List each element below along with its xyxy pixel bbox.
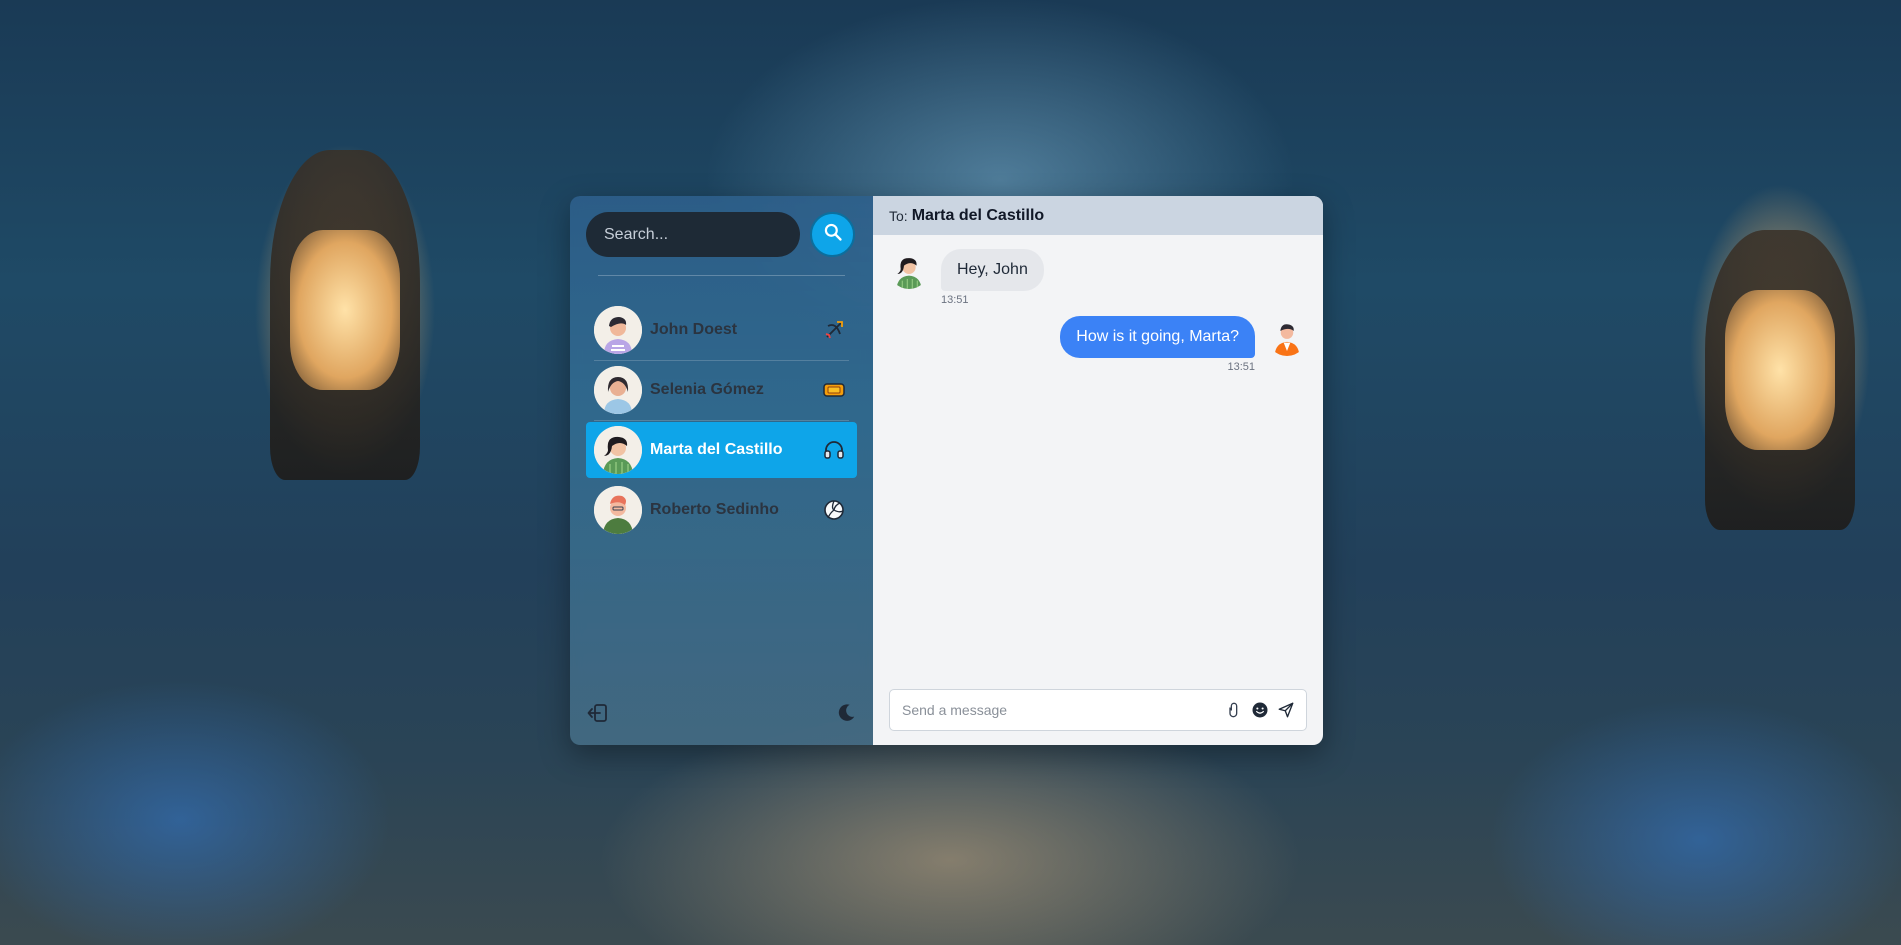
message-input[interactable] (900, 701, 1220, 719)
headphones-icon (821, 437, 847, 463)
volleyball-icon (821, 497, 847, 523)
contact-name: John Doest (650, 321, 738, 338)
search-input[interactable] (586, 212, 800, 257)
message-bubble: How is it going, Marta? (1060, 316, 1255, 358)
search-button[interactable] (810, 212, 855, 257)
contact-john-doest[interactable]: John Doest (586, 302, 857, 361)
message-list: Hey, John 13:51 How is it going, Marta? … (873, 235, 1323, 373)
message-time: 13:51 (1227, 361, 1255, 373)
message-bubble: Hey, John (941, 249, 1044, 291)
search-row (586, 212, 857, 257)
to-label: To: (889, 207, 908, 224)
message-incoming: Hey, John 13:51 (889, 249, 1307, 306)
avatar (889, 249, 929, 289)
sidebar-footer (586, 701, 857, 729)
contact-separator (594, 360, 849, 361)
message-outgoing: How is it going, Marta? 13:51 (889, 316, 1307, 373)
moon-icon[interactable] (835, 702, 857, 729)
avatar (594, 486, 642, 534)
contact-name: Roberto Sedinho (650, 501, 779, 518)
contact-selenia-gomez[interactable]: Selenia Gómez (586, 362, 857, 421)
contact-name: Selenia Gómez (650, 381, 764, 398)
sidebar-divider (598, 275, 845, 276)
search-icon (823, 222, 843, 247)
background-lamp-right-glow (1725, 290, 1835, 450)
avatar (594, 366, 642, 414)
avatar (594, 306, 642, 354)
contact-marta-del-castillo[interactable]: Marta del Castillo (586, 422, 857, 478)
bow-arrow-icon (821, 317, 847, 343)
sidebar: John Doest Selenia Gómez (570, 196, 873, 745)
avatar (594, 426, 642, 474)
message-time: 13:51 (941, 294, 969, 306)
ticket-icon (821, 377, 847, 403)
contact-name: Marta del Castillo (650, 441, 783, 458)
avatar (1267, 316, 1307, 356)
chat-header: To: Marta del Castillo (873, 196, 1323, 235)
paperclip-icon[interactable] (1222, 698, 1246, 722)
send-icon[interactable] (1274, 698, 1298, 722)
contact-list: John Doest Selenia Gómez Marta del Casti… (586, 302, 857, 538)
chat-panel: To: Marta del Castillo Hey, John 13:51 H… (873, 196, 1323, 745)
emoji-icon[interactable] (1248, 698, 1272, 722)
recipient-name: Marta del Castillo (911, 206, 1045, 224)
contact-separator (594, 420, 849, 421)
chat-app-window: John Doest Selenia Gómez (570, 196, 1323, 745)
bubble-wrap: How is it going, Marta? 13:51 (1060, 316, 1267, 373)
bubble-wrap: Hey, John 13:51 (929, 249, 1044, 306)
contact-roberto-sedinho[interactable]: Roberto Sedinho (586, 482, 857, 538)
logout-icon[interactable] (586, 701, 610, 730)
message-composer (889, 689, 1307, 731)
background-lamp-left-glow (290, 230, 400, 390)
